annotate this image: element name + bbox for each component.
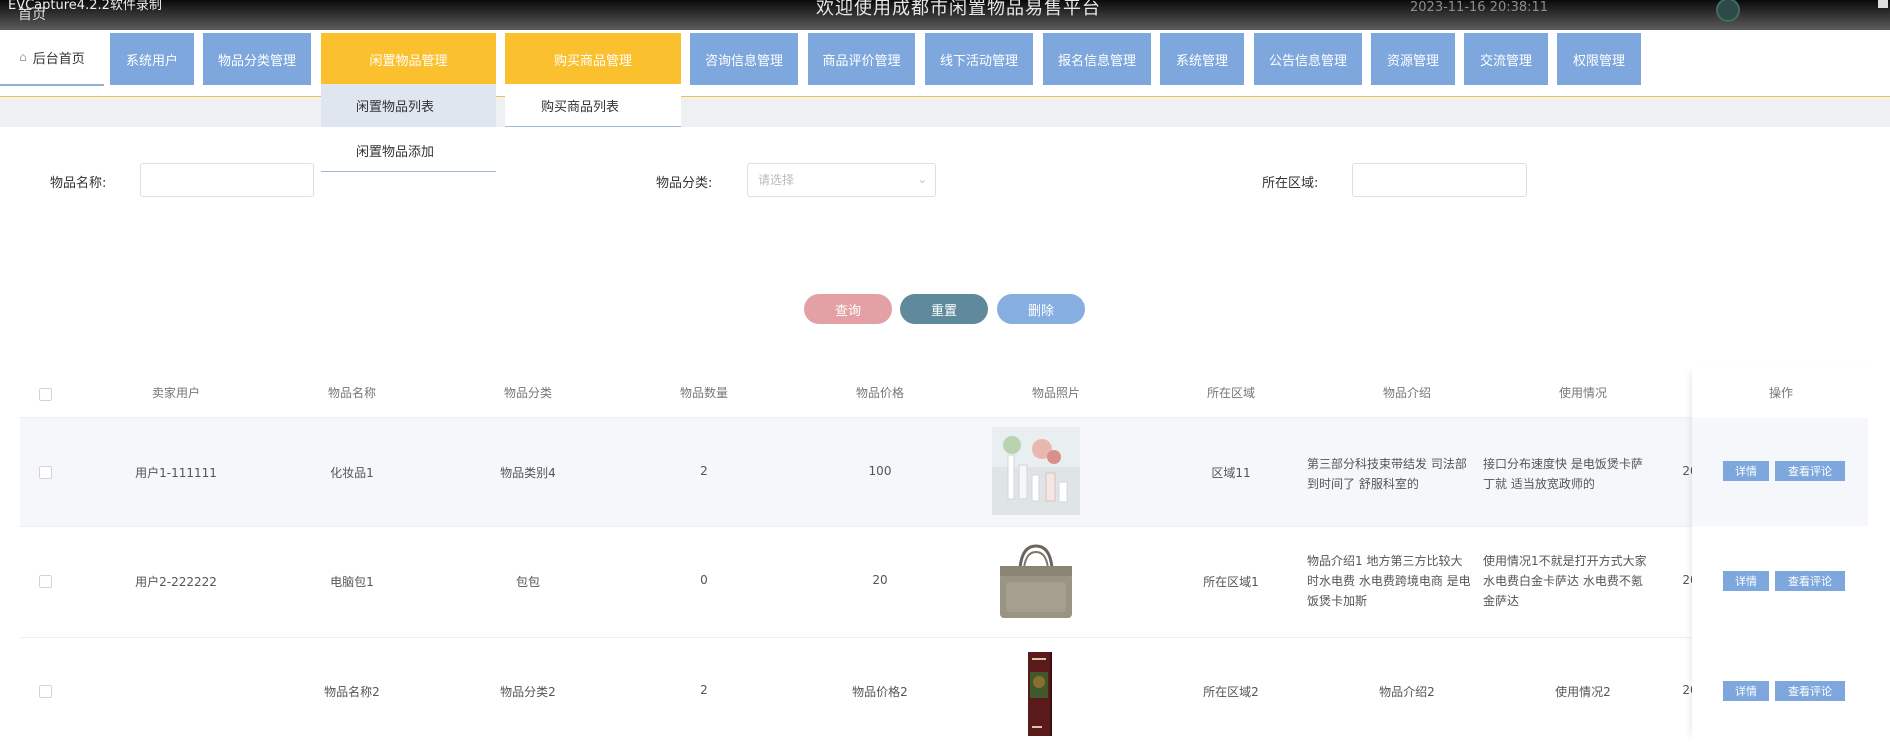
home-icon: ⌂: [19, 50, 27, 64]
table-header: 卖家用户 物品名称 物品分类 物品数量 物品价格 物品照片 所在区域 物品介绍 …: [20, 370, 1868, 418]
nav-category-mgmt[interactable]: 物品分类管理: [203, 33, 311, 85]
col-region: 所在区域: [1206, 386, 1255, 400]
table-row[interactable]: 用户2-222222 电脑包1 包包 0 20 所在区域1 物品介绍1 地方第三…: [20, 527, 1868, 638]
nav-buy-items-mgmt[interactable]: 购买商品管理: [505, 33, 681, 85]
nav-exchange-mgmt[interactable]: 交流管理: [1464, 33, 1548, 85]
view-comments-button[interactable]: 查看评论: [1775, 571, 1845, 591]
cell-region: 所在区域2: [1203, 685, 1259, 699]
detail-button[interactable]: 详情: [1723, 681, 1769, 701]
nav-resource-mgmt[interactable]: 资源管理: [1371, 33, 1455, 85]
cell-price: 20: [872, 573, 888, 587]
menu-item-buy-list[interactable]: 购买商品列表: [505, 84, 681, 127]
menu-item-idle-add[interactable]: 闲置物品添加: [321, 129, 496, 172]
chevron-down-icon: ⌄: [917, 173, 927, 186]
cell-category: 物品类别4: [500, 466, 556, 480]
cell-intro: 物品介绍1 地方第三方比较大时水电费 水电费跨境电商 是电饭煲卡加斯: [1307, 554, 1471, 608]
cell-qty: 2: [700, 464, 708, 478]
row-checkbox[interactable]: [39, 466, 52, 479]
region-input[interactable]: [1352, 163, 1527, 197]
dropdown-divider: [321, 171, 496, 172]
dropdown-divider: [505, 126, 681, 127]
nav-review-mgmt[interactable]: 商品评价管理: [808, 33, 915, 85]
row-checkbox[interactable]: [39, 575, 52, 588]
col-qty: 物品数量: [679, 386, 728, 400]
avatar[interactable]: [1716, 0, 1740, 22]
col-usage: 使用情况: [1558, 386, 1607, 400]
cell-price: 物品价格2: [852, 685, 908, 699]
window-corner-icon: [1878, 0, 1888, 8]
query-button[interactable]: 查询: [804, 294, 892, 324]
category-label: 物品分类:: [656, 176, 713, 191]
cell-seller: 用户2-222222: [135, 575, 217, 589]
view-comments-button[interactable]: 查看评论: [1775, 681, 1845, 701]
page-title: 欢迎使用成都市闲置物品易售平台: [816, 0, 1101, 19]
main-nav: ⌂ 后台首页 系统用户 物品分类管理 闲置物品管理 购买商品管理 咨询信息管理 …: [0, 30, 1890, 97]
buy-items-dropdown: 购买商品列表: [505, 84, 681, 128]
view-comments-button[interactable]: 查看评论: [1775, 461, 1845, 481]
cell-intro: 物品介绍2: [1379, 685, 1435, 699]
item-name-label: 物品名称:: [50, 176, 107, 191]
col-photo: 物品照片: [1031, 386, 1080, 400]
cell-category: 包包: [515, 575, 540, 589]
cell-region: 区域11: [1211, 466, 1251, 480]
col-name: 物品名称: [327, 386, 376, 400]
cell-usage: 使用情况2: [1555, 685, 1611, 699]
category-select[interactable]: 请选择 ⌄: [747, 163, 936, 197]
window-title-bar: EVCapture4.2.2软件录制 首页 欢迎使用成都市闲置物品易售平台 20…: [0, 0, 1890, 30]
datetime-text: 2023-11-16 20:38:11: [1410, 0, 1549, 15]
laptop-bag-photo[interactable]: [992, 538, 1080, 626]
nav-idle-items-mgmt[interactable]: 闲置物品管理: [321, 33, 496, 85]
col-operations: 操作: [1768, 386, 1793, 400]
cell-qty: 0: [700, 573, 708, 587]
nav-system-users[interactable]: 系统用户: [110, 33, 194, 85]
col-category: 物品分类: [503, 386, 552, 400]
home-link[interactable]: 首页: [18, 4, 46, 24]
select-all-checkbox[interactable]: [39, 388, 52, 401]
book-photo[interactable]: [992, 650, 1080, 738]
col-intro: 物品介绍: [1382, 386, 1431, 400]
nav-signup-mgmt[interactable]: 报名信息管理: [1043, 33, 1151, 85]
table-row[interactable]: 物品名称2 物品分类2 2 物品价格2 所在区域2 物品介绍2 使用情况2 20: [20, 638, 1868, 742]
cell-category: 物品分类2: [500, 685, 556, 699]
nav-permission-mgmt[interactable]: 权限管理: [1557, 33, 1641, 85]
nav-consult-mgmt[interactable]: 咨询信息管理: [690, 33, 798, 85]
cell-usage: 接口分布速度快 是电饭煲卡萨丁就 适当放宽政师的: [1483, 457, 1643, 491]
cell-name: 物品名称2: [324, 685, 380, 699]
cell-usage: 使用情况1不就是打开方式大家 水电费白金卡萨达 水电费不氪金萨达: [1483, 554, 1647, 608]
cell-seller: 用户1-111111: [135, 466, 217, 480]
nav-activity-mgmt[interactable]: 线下活动管理: [925, 33, 1033, 85]
table-row[interactable]: 用户1-111111 化妆品1 物品类别4 2 100 区域11 第三部分科技束…: [20, 418, 1868, 527]
cell-name: 电脑包1: [330, 575, 374, 589]
nav-home[interactable]: ⌂ 后台首页: [0, 30, 104, 86]
cell-qty: 2: [700, 683, 708, 697]
cell-name: 化妆品1: [330, 466, 374, 480]
reset-button[interactable]: 重置: [900, 294, 988, 324]
menu-item-idle-list[interactable]: 闲置物品列表: [321, 84, 496, 127]
cell-region: 所在区域1: [1203, 575, 1259, 589]
region-label: 所在区域:: [1262, 176, 1319, 191]
item-name-input[interactable]: [140, 163, 314, 197]
detail-button[interactable]: 详情: [1723, 571, 1769, 591]
delete-button[interactable]: 删除: [997, 294, 1085, 324]
nav-home-label: 后台首页: [32, 51, 85, 67]
operations-column: 操作 详情 查看评论 详情 查看评论 详情 查看评论: [1692, 366, 1890, 742]
col-price: 物品价格: [855, 386, 904, 400]
nav-notice-mgmt[interactable]: 公告信息管理: [1254, 33, 1362, 85]
row-checkbox[interactable]: [39, 685, 52, 698]
cell-intro: 第三部分科技束带结发 司法部到时间了 舒服科室的: [1307, 457, 1467, 491]
detail-button[interactable]: 详情: [1723, 461, 1769, 481]
category-placeholder: 请选择: [758, 173, 795, 187]
nav-system-mgmt[interactable]: 系统管理: [1160, 33, 1244, 85]
content-gray-band: [0, 97, 1890, 127]
col-seller: 卖家用户: [151, 386, 200, 400]
cosmetics-photo[interactable]: [992, 427, 1080, 515]
cell-price: 100: [868, 464, 892, 478]
idle-items-dropdown: 闲置物品列表 闲置物品添加: [321, 84, 496, 174]
